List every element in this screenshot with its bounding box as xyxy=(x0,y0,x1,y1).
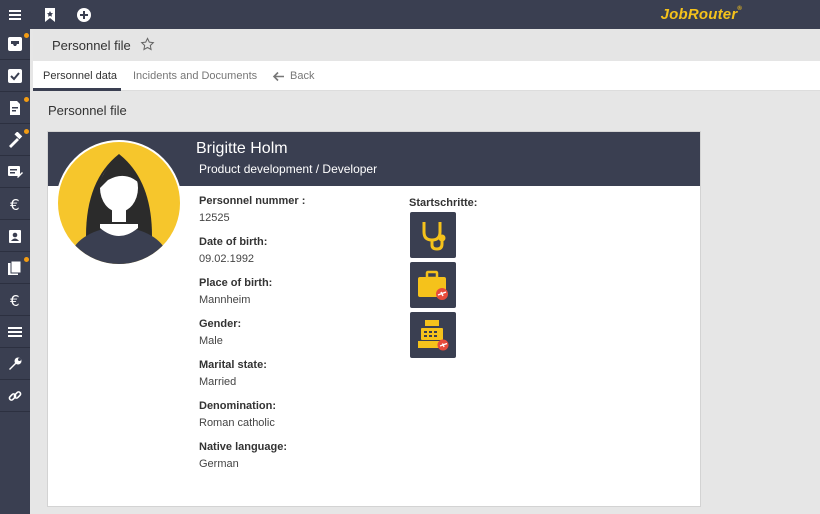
start-step-medical-button[interactable] xyxy=(410,212,456,258)
field-value-marital-state: Married xyxy=(199,376,237,388)
page-title: Personnel file xyxy=(52,38,131,53)
field-value-native-language: German xyxy=(199,458,239,470)
field-label-marital-state: Marital state: xyxy=(199,359,267,371)
sidebar-item-documents-edit[interactable] xyxy=(0,93,30,124)
hammer-icon xyxy=(9,132,23,148)
arrow-left-icon[interactable] xyxy=(272,70,285,83)
list-icon xyxy=(8,327,22,337)
tab-personnel-data[interactable]: Personnel data xyxy=(43,70,117,82)
sidebar-item-finance-2[interactable]: € xyxy=(0,285,30,316)
person-department: Product development / Developer xyxy=(199,162,378,176)
field-value-denomination: Roman catholic xyxy=(199,417,275,429)
brand-logo: JobRouter® xyxy=(660,6,742,23)
svg-text:€: € xyxy=(10,196,20,212)
suitcase-flight-icon xyxy=(418,270,448,300)
sidebar-item-links[interactable] xyxy=(0,381,30,412)
sidebar-item-tools[interactable] xyxy=(0,125,30,156)
inbox-icon xyxy=(8,37,22,51)
field-label-denomination: Denomination: xyxy=(199,400,276,412)
checkbox-icon xyxy=(8,69,22,83)
wrench-icon xyxy=(9,357,22,370)
field-label-personnel-number: Personnel nummer : xyxy=(199,195,306,207)
euro-icon: € xyxy=(10,196,20,212)
back-button[interactable]: Back xyxy=(290,70,314,82)
sidebar-item-settings[interactable] xyxy=(0,349,30,380)
link-icon xyxy=(8,391,22,401)
sidebar-item-documents[interactable] xyxy=(0,253,30,284)
notification-badge xyxy=(24,257,29,262)
notification-badge xyxy=(24,33,29,38)
documents-icon xyxy=(8,260,22,275)
personnel-card: Brigitte Holm Product development / Deve… xyxy=(47,131,701,507)
star-icon[interactable] xyxy=(140,37,155,52)
menu-icon[interactable] xyxy=(6,6,24,24)
start-step-expenses-button[interactable] xyxy=(410,312,456,358)
notification-badge xyxy=(24,129,29,134)
sidebar-item-list[interactable] xyxy=(0,317,30,348)
field-value-personnel-number: 12525 xyxy=(199,212,230,224)
personnel-fields: Personnel nummer : 12525 Date of birth: … xyxy=(199,195,399,482)
tab-bar: Personnel data Incidents and Documents B… xyxy=(33,61,820,91)
sidebar: € € xyxy=(0,29,30,514)
active-tab-indicator xyxy=(33,88,121,91)
sidebar-item-list-edit[interactable] xyxy=(0,157,30,188)
bookmark-icon[interactable] xyxy=(41,6,59,24)
sidebar-item-contacts[interactable] xyxy=(0,221,30,252)
document-edit-icon xyxy=(10,101,20,115)
list-edit-icon xyxy=(8,166,23,178)
field-value-place-of-birth: Mannheim xyxy=(199,294,251,306)
svg-text:€: € xyxy=(10,292,20,308)
start-step-travel-button[interactable] xyxy=(410,262,456,308)
field-value-date-of-birth: 09.02.1992 xyxy=(199,253,255,265)
field-label-place-of-birth: Place of birth: xyxy=(199,277,273,289)
sidebar-item-finance[interactable]: € xyxy=(0,189,30,220)
stethoscope-icon xyxy=(422,222,446,251)
tab-incidents-documents[interactable]: Incidents and Documents xyxy=(133,70,257,82)
contact-icon xyxy=(9,230,21,243)
person-name: Brigitte Holm xyxy=(196,140,288,157)
euro-icon: € xyxy=(10,292,20,308)
top-bar: JobRouter® xyxy=(0,0,820,29)
page-header: Personnel file xyxy=(33,29,820,61)
field-label-native-language: Native language: xyxy=(199,441,288,453)
cash-register-icon xyxy=(418,320,449,351)
notification-badge xyxy=(24,97,29,102)
avatar xyxy=(56,140,182,266)
section-title: Personnel file xyxy=(48,103,127,118)
sidebar-item-inbox[interactable] xyxy=(0,29,30,60)
sidebar-item-tasks[interactable] xyxy=(0,61,30,92)
start-steps-label: Startschritte: xyxy=(409,197,478,209)
field-value-gender: Male xyxy=(199,335,223,347)
add-icon[interactable] xyxy=(75,6,93,24)
field-label-gender: Gender: xyxy=(199,318,242,330)
field-label-date-of-birth: Date of birth: xyxy=(199,236,268,248)
